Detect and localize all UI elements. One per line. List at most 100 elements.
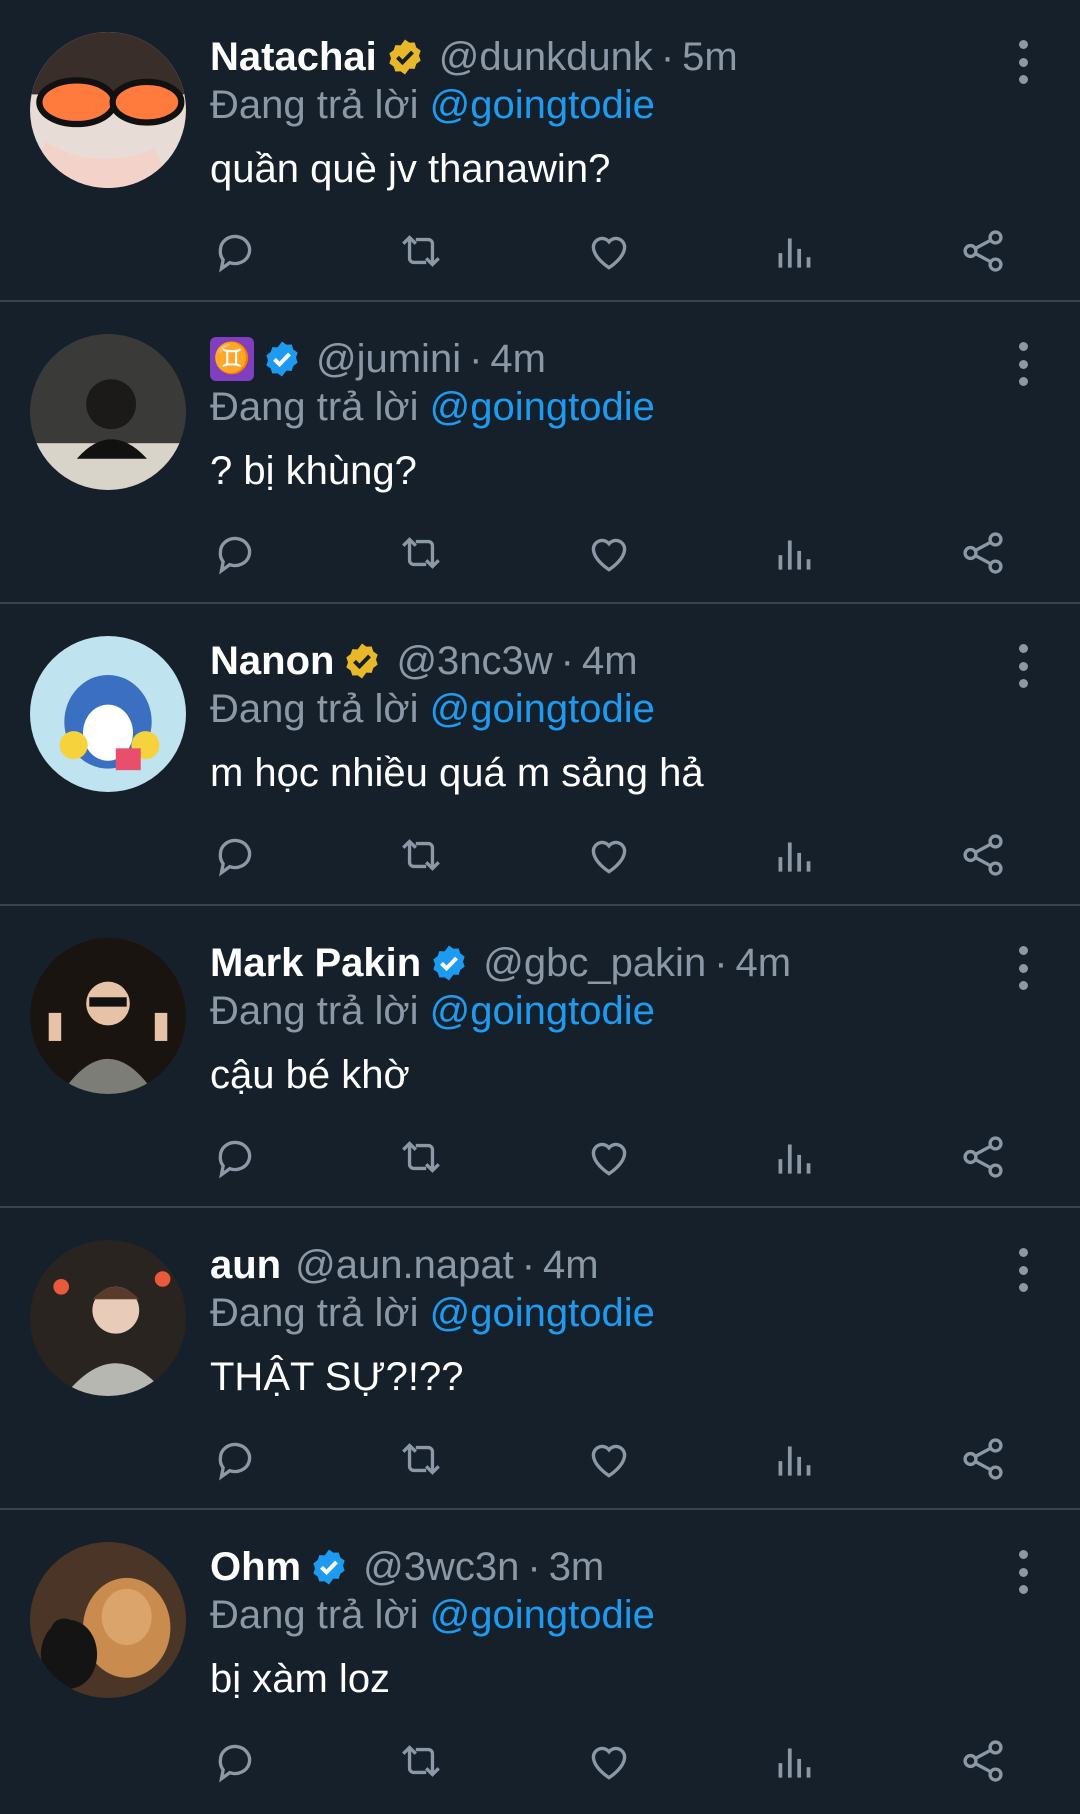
display-name[interactable]: Natachai (210, 30, 377, 84)
user-handle[interactable]: @jumini (316, 332, 461, 386)
display-name[interactable]: Mark Pakin (210, 936, 421, 990)
retweet-icon[interactable] (396, 226, 446, 276)
tweet-text: bị xàm loz (210, 1657, 391, 1701)
retweet-icon[interactable] (396, 1434, 446, 1484)
mention-link[interactable]: @goingtodie (430, 989, 655, 1033)
timestamp[interactable]: 4m (543, 1238, 599, 1292)
tweet-header: ♊ @jumini · 4m (210, 332, 1000, 386)
replying-to: Đang trả lời @goingtodie (210, 1590, 1000, 1640)
timestamp[interactable]: 4m (736, 936, 792, 990)
replying-to: Đang trả lời @goingtodie (210, 80, 1000, 130)
action-bar (210, 226, 1022, 276)
reply-icon[interactable] (210, 226, 260, 276)
timestamp[interactable]: 4m (582, 634, 638, 688)
mention-link[interactable]: @goingtodie (430, 687, 655, 731)
reply-icon[interactable] (210, 1736, 260, 1786)
heart-icon[interactable] (584, 528, 634, 578)
action-bar (210, 1434, 1022, 1484)
tweet-header: Nanon @3nc3w · 4m (210, 634, 1000, 688)
mention-link[interactable]: @goingtodie (430, 385, 655, 429)
replying-to: Đang trả lời @goingtodie (210, 1288, 1000, 1338)
timestamp[interactable]: 4m (490, 332, 546, 386)
avatar[interactable] (30, 1542, 186, 1698)
avatar[interactable] (30, 1240, 186, 1396)
share-icon[interactable] (958, 1736, 1008, 1786)
heart-icon[interactable] (584, 830, 634, 880)
tweet-item[interactable]: Natachai @dunkdunk · 5m Đang trả lời @go… (0, 0, 1080, 302)
tweet-text: m học nhiều quá m sảng hả (210, 751, 704, 795)
more-icon[interactable] (1006, 40, 1040, 84)
avatar[interactable] (30, 32, 186, 188)
heart-icon[interactable] (584, 1132, 634, 1182)
retweet-icon[interactable] (396, 1736, 446, 1786)
tweet-item[interactable]: Mark Pakin @gbc_pakin · 4m Đang trả lời … (0, 906, 1080, 1208)
reply-icon[interactable] (210, 830, 260, 880)
replying-label: Đang trả lời (210, 83, 419, 127)
more-icon[interactable] (1006, 946, 1040, 990)
views-icon[interactable] (770, 1132, 820, 1182)
views-icon[interactable] (770, 830, 820, 880)
user-handle[interactable]: @3wc3n (363, 1540, 519, 1594)
views-icon[interactable] (770, 1434, 820, 1484)
verified-gold-icon (389, 39, 421, 75)
replying-to: Đang trả lời @goingtodie (210, 986, 1000, 1036)
mention-link[interactable]: @goingtodie (430, 1291, 655, 1335)
replying-label: Đang trả lời (210, 385, 419, 429)
user-handle[interactable]: @gbc_pakin (483, 936, 706, 990)
verified-blue-icon (266, 341, 298, 377)
user-handle[interactable]: @aun.napat (295, 1238, 514, 1292)
heart-icon[interactable] (584, 1736, 634, 1786)
share-icon[interactable] (958, 1434, 1008, 1484)
avatar[interactable] (30, 636, 186, 792)
more-icon[interactable] (1006, 1550, 1040, 1594)
more-icon[interactable] (1006, 1248, 1040, 1292)
mention-link[interactable]: @goingtodie (430, 83, 655, 127)
share-icon[interactable] (958, 226, 1008, 276)
replying-label: Đang trả lời (210, 989, 419, 1033)
user-handle[interactable]: @3nc3w (396, 634, 552, 688)
views-icon[interactable] (770, 1736, 820, 1786)
action-bar (210, 1736, 1022, 1786)
reply-icon[interactable] (210, 1132, 260, 1182)
display-name[interactable]: Ohm (210, 1540, 301, 1594)
separator-dot: · (521, 1243, 536, 1287)
gemini-emoji-icon: ♊ (210, 337, 254, 381)
action-bar (210, 830, 1022, 880)
views-icon[interactable] (770, 528, 820, 578)
more-icon[interactable] (1006, 342, 1040, 386)
more-icon[interactable] (1006, 644, 1040, 688)
timestamp[interactable]: 5m (682, 30, 738, 84)
tweet-text: quần què jv thanawin? (210, 147, 611, 191)
user-handle[interactable]: @dunkdunk (439, 30, 653, 84)
display-name[interactable]: Nanon (210, 634, 334, 688)
tweet-item[interactable]: Ohm @3wc3n · 3m Đang trả lời @goingtodie… (0, 1510, 1080, 1810)
timestamp[interactable]: 3m (549, 1540, 605, 1594)
tweet-text: ? bị khùng? (210, 449, 417, 493)
verified-blue-icon (433, 945, 465, 981)
views-icon[interactable] (770, 226, 820, 276)
mention-link[interactable]: @goingtodie (430, 1593, 655, 1637)
retweet-icon[interactable] (396, 528, 446, 578)
reply-icon[interactable] (210, 528, 260, 578)
verified-gold-icon (346, 643, 379, 679)
retweet-icon[interactable] (396, 1132, 446, 1182)
share-icon[interactable] (958, 528, 1008, 578)
verified-blue-icon (313, 1549, 345, 1585)
heart-icon[interactable] (584, 1434, 634, 1484)
tweet-item[interactable]: Nanon @3nc3w · 4m Đang trả lời @goingtod… (0, 604, 1080, 906)
avatar[interactable] (30, 334, 186, 490)
share-icon[interactable] (958, 830, 1008, 880)
share-icon[interactable] (958, 1132, 1008, 1182)
reply-icon[interactable] (210, 1434, 260, 1484)
tweet-item[interactable]: ♊ @jumini · 4m Đang trả lời @goingtodie … (0, 302, 1080, 604)
avatar[interactable] (30, 938, 186, 1094)
reply-feed: Natachai @dunkdunk · 5m Đang trả lời @go… (0, 0, 1080, 1810)
display-name[interactable]: aun (210, 1238, 281, 1292)
tweet-item[interactable]: aun @aun.napat · 4m Đang trả lời @goingt… (0, 1208, 1080, 1510)
separator-dot: · (714, 941, 728, 985)
replying-label: Đang trả lời (210, 687, 419, 731)
heart-icon[interactable] (584, 226, 634, 276)
retweet-icon[interactable] (396, 830, 446, 880)
tweet-header: aun @aun.napat · 4m (210, 1238, 1000, 1292)
separator-dot: · (660, 35, 675, 79)
